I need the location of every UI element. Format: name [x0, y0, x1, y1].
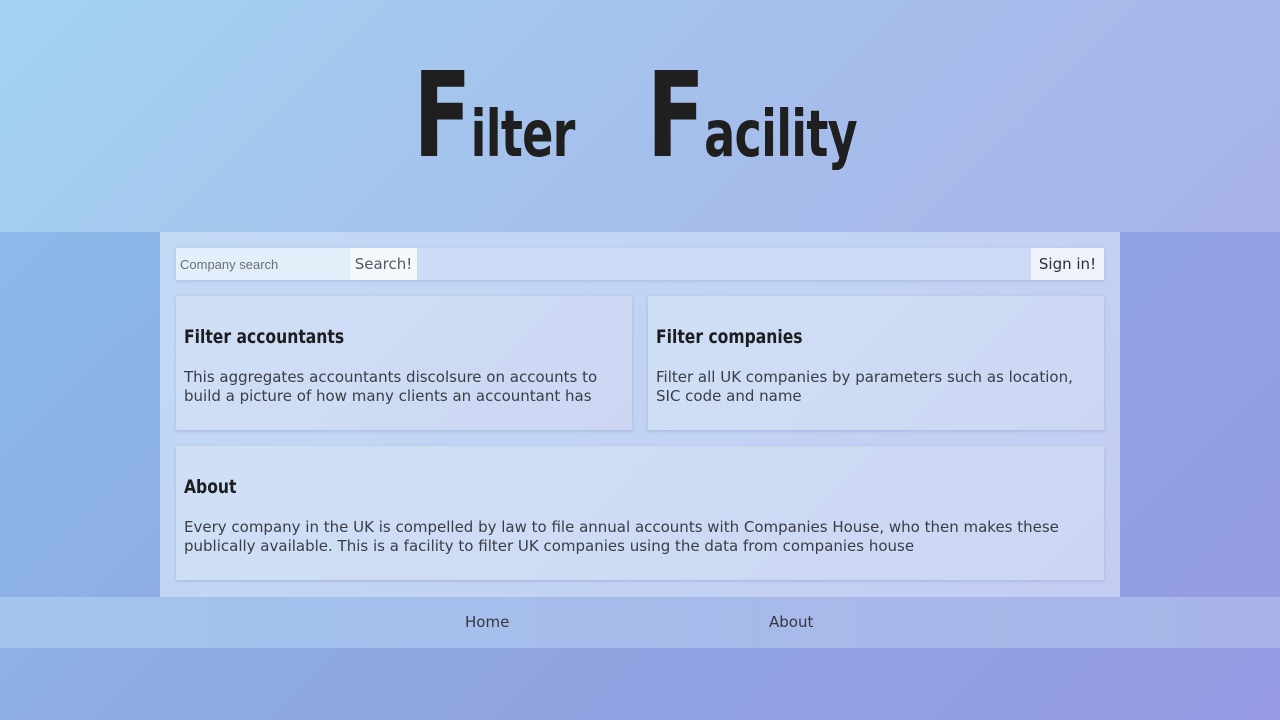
card-title: Filter companies [656, 326, 803, 348]
card-description: Every company in the UK is compelled by … [184, 518, 1059, 555]
site-title: Filter Facility [0, 56, 1280, 174]
card-title: Filter accountants [184, 326, 345, 348]
main-content: Search! Sign in! Filter accountants This… [160, 232, 1120, 597]
sign-in-button[interactable]: Sign in! [1031, 248, 1104, 280]
footer-nav: Home About [0, 597, 1280, 648]
card-title: About [184, 476, 237, 498]
title-word-filter: Filter [413, 56, 576, 174]
title-word-facility: Facility [647, 56, 858, 174]
card-description: Filter all UK companies by parameters su… [656, 368, 1073, 405]
about-card: About Every company in the UK is compell… [176, 446, 1104, 580]
title-word-filter-initial: F [413, 46, 471, 184]
company-search-input[interactable] [176, 248, 350, 280]
title-word-facility-initial: F [646, 46, 705, 184]
nav-link-about[interactable]: About [769, 613, 813, 631]
card-description: This aggregates accountants discolsure o… [184, 368, 598, 405]
title-word-filter-rest: ilter [470, 98, 576, 172]
filter-companies-card[interactable]: Filter companies Filter all UK companies… [648, 296, 1104, 430]
toolbar: Search! Sign in! [176, 248, 1104, 280]
search-button[interactable]: Search! [350, 248, 417, 280]
nav-link-home[interactable]: Home [465, 613, 509, 631]
title-word-facility-rest: acility [704, 98, 858, 172]
site-header: Filter Facility [0, 0, 1280, 232]
filter-accountants-card[interactable]: Filter accountants This aggregates accou… [176, 296, 632, 430]
